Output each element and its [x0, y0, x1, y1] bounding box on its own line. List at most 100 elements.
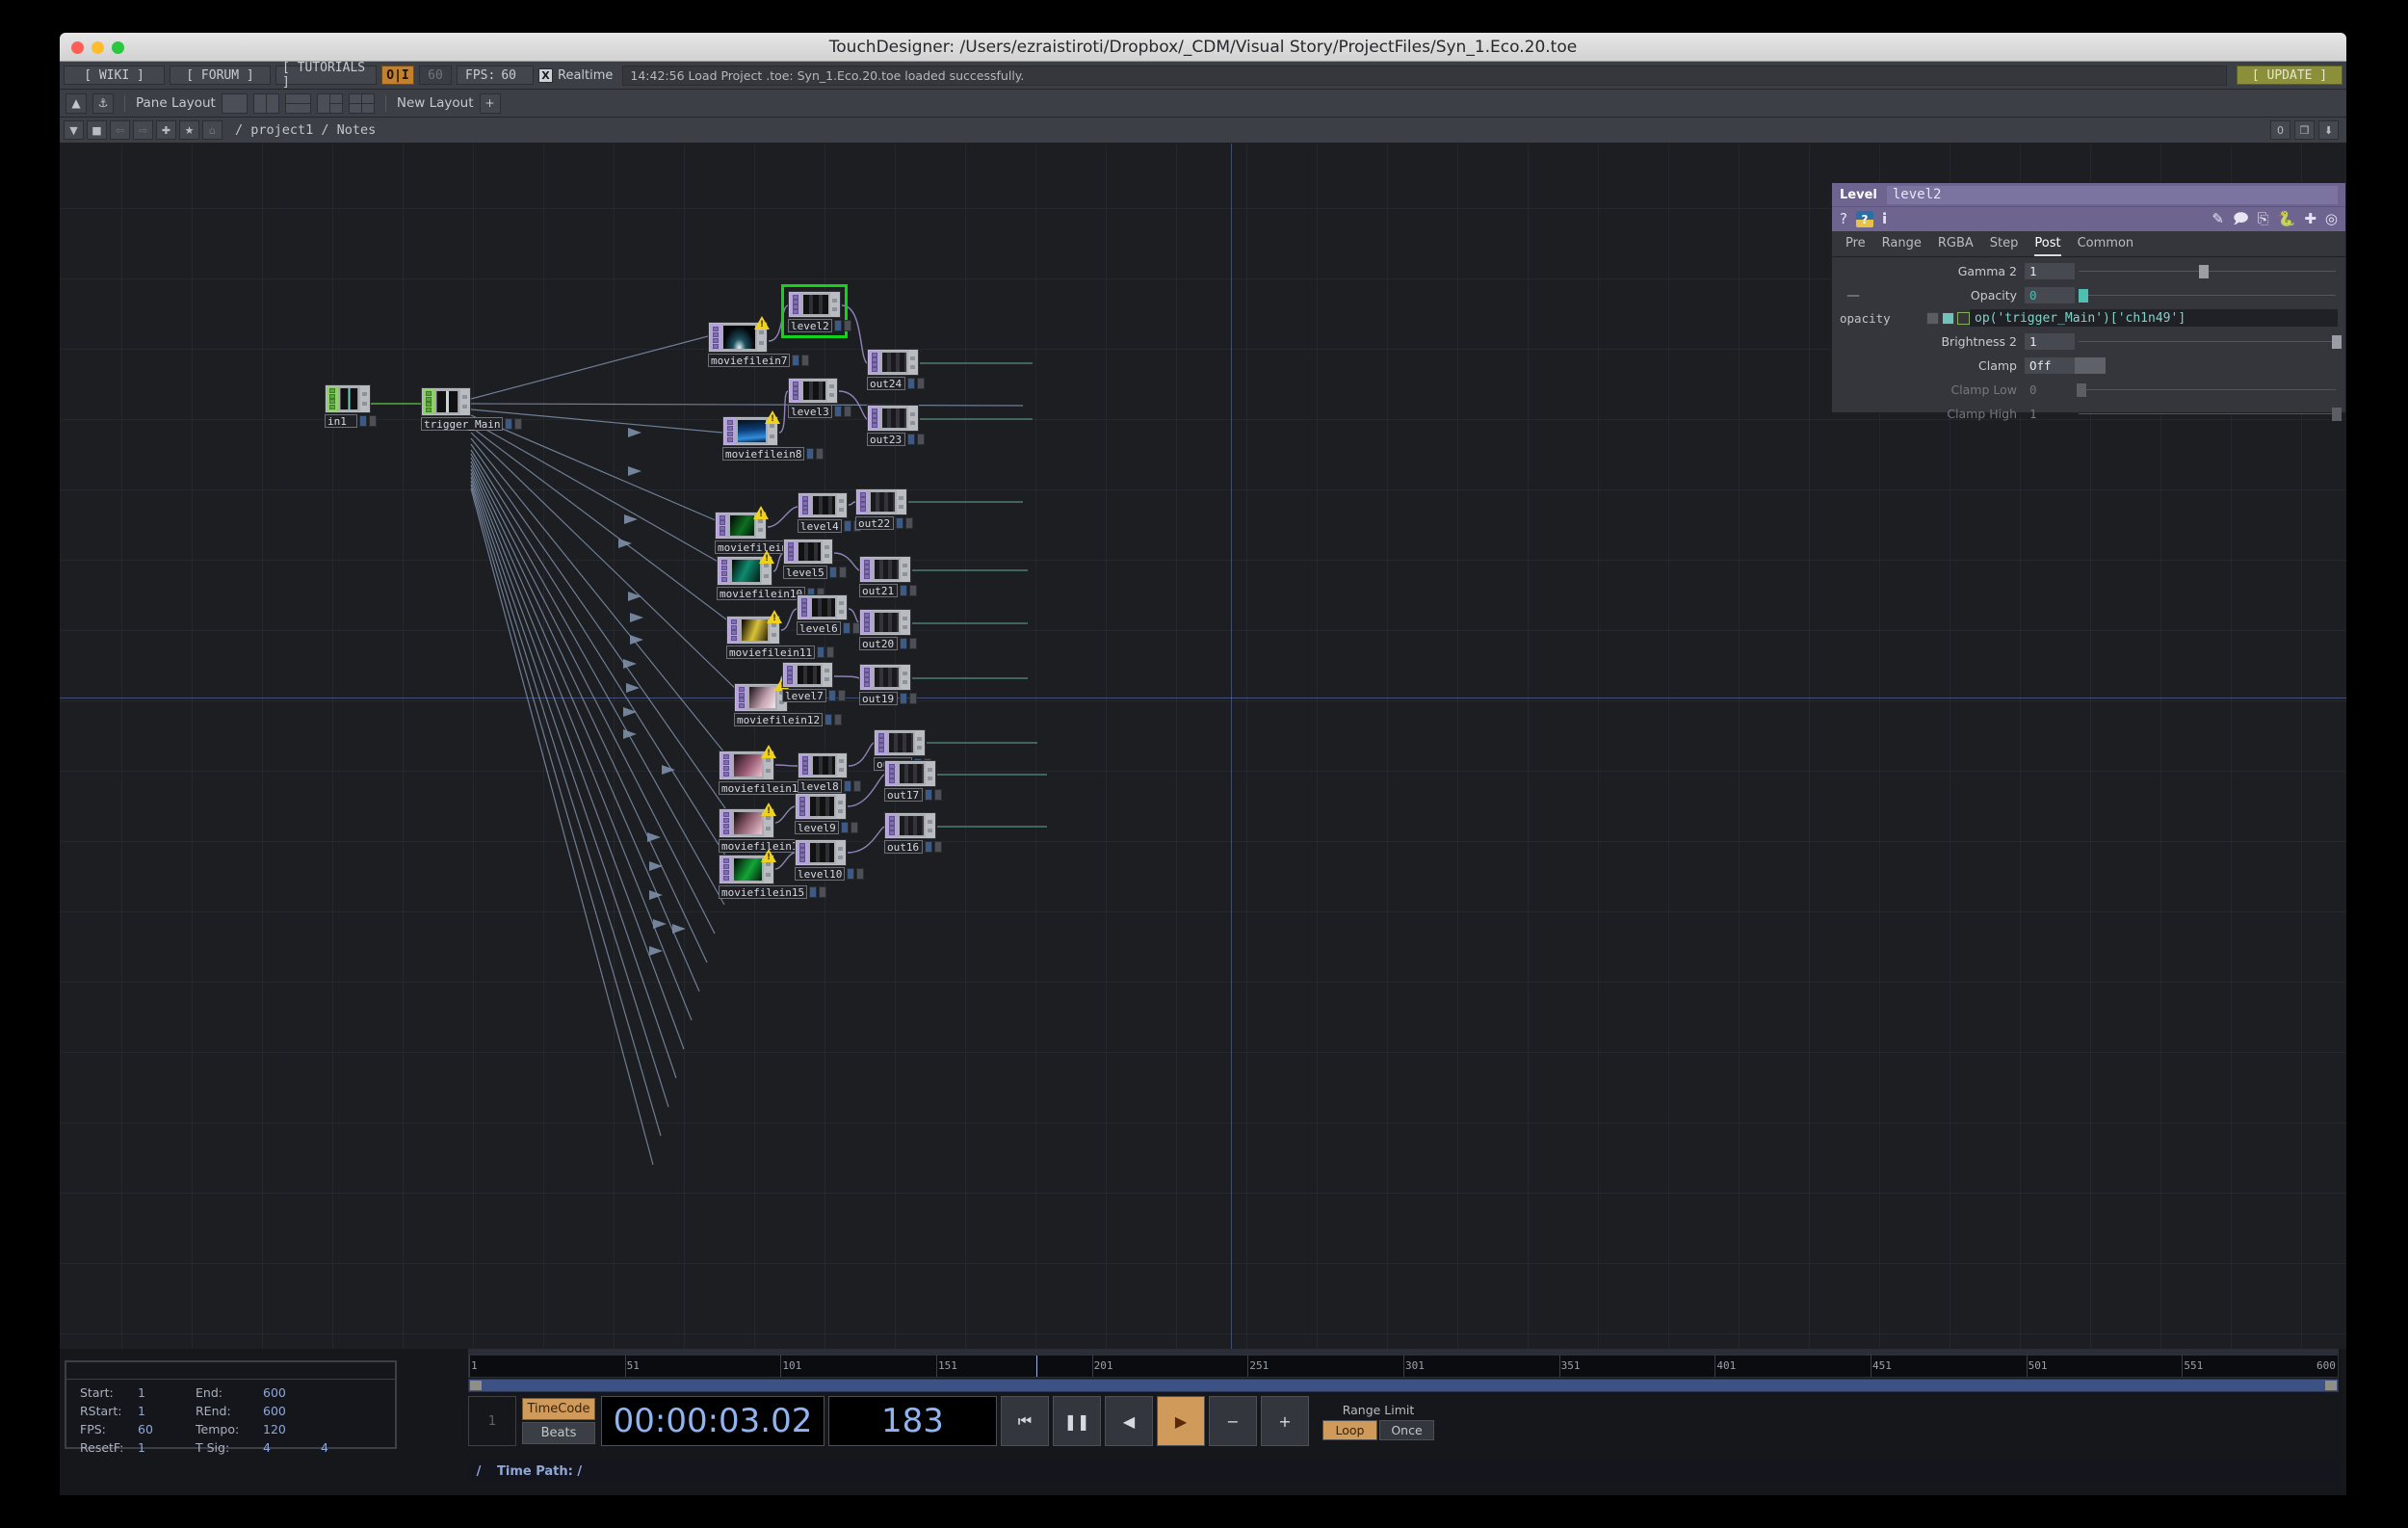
- node-flag-chips[interactable]: [833, 320, 851, 331]
- tsig-denominator[interactable]: 4: [321, 1440, 359, 1455]
- node-body[interactable]: [859, 664, 911, 691]
- node-flag-chips[interactable]: [925, 789, 942, 801]
- node-flag-chips[interactable]: [828, 566, 847, 578]
- node-viewer-flag-chip[interactable]: [792, 355, 800, 366]
- node-input-flags[interactable]: [886, 814, 898, 837]
- node-name-label[interactable]: out24: [867, 377, 905, 390]
- node-input-flags[interactable]: [869, 407, 880, 430]
- node-clone-flag-chip[interactable]: [934, 841, 942, 853]
- node-clone-flag-chip[interactable]: [843, 320, 851, 331]
- node-body[interactable]: [798, 752, 848, 778]
- node-body[interactable]: [715, 506, 769, 540]
- realtime-checkbox[interactable]: X: [538, 67, 553, 83]
- node-input-flags[interactable]: [327, 386, 338, 411]
- node-input-flags[interactable]: [799, 754, 811, 777]
- node-body[interactable]: [867, 349, 919, 376]
- network-node-trigger_Main[interactable]: trigger_Main: [421, 387, 523, 431]
- node-name-label[interactable]: trigger_Main: [421, 417, 504, 431]
- node-name-label[interactable]: out19: [859, 692, 898, 705]
- node-viewer-flag-chip[interactable]: [806, 448, 815, 460]
- slider-knob[interactable]: [2199, 265, 2210, 278]
- parameter-row-clamp-high[interactable]: Clamp High 1: [1832, 404, 2345, 424]
- node-body[interactable]: [722, 410, 780, 446]
- node-clone-flag-chip[interactable]: [917, 378, 925, 389]
- node-name-label[interactable]: moviefilein11: [726, 645, 816, 659]
- increment-button[interactable]: +: [1261, 1396, 1309, 1446]
- node-body[interactable]: [859, 609, 911, 636]
- node-clone-flag-chip[interactable]: [826, 646, 835, 658]
- node-input-flags[interactable]: [728, 618, 740, 643]
- parameter-value-field[interactable]: Off: [2025, 357, 2075, 374]
- node-input-flags[interactable]: [797, 841, 808, 864]
- stop-square-icon[interactable]: ■: [87, 120, 107, 140]
- network-node-level6[interactable]: level6: [797, 594, 860, 635]
- node-output-flags[interactable]: [901, 611, 909, 634]
- forward-arrow-icon[interactable]: ⇨: [133, 120, 153, 140]
- step-back-button[interactable]: ◀: [1105, 1396, 1153, 1446]
- op-help-icon[interactable]: ?: [1855, 211, 1873, 227]
- add-parameter-icon[interactable]: ✚: [2304, 212, 2316, 226]
- parameter-value-field[interactable]: 0: [2025, 287, 2075, 303]
- node-body[interactable]: [783, 539, 833, 565]
- python-icon[interactable]: 🐍: [2278, 212, 2296, 226]
- export-mode-chip[interactable]: [1957, 311, 1970, 325]
- node-name-label[interactable]: level10: [795, 867, 846, 881]
- perform-toggle-button[interactable]: O|I: [381, 66, 414, 85]
- cook-rate-field[interactable]: 60: [419, 66, 452, 85]
- node-viewer-flag-chip[interactable]: [505, 418, 513, 430]
- node-name-label[interactable]: level3: [788, 405, 832, 418]
- parameter-tab-step[interactable]: Step: [1990, 236, 2019, 256]
- node-viewer-flag-chip[interactable]: [900, 585, 907, 596]
- node-viewer-flag-chip[interactable]: [824, 714, 833, 725]
- node-viewer-flag-chip[interactable]: [817, 646, 825, 658]
- node-output-flags[interactable]: [460, 389, 469, 414]
- node-input-flags[interactable]: [719, 558, 730, 584]
- parameter-tab-common[interactable]: Common: [2078, 236, 2134, 256]
- node-body[interactable]: [797, 594, 848, 620]
- node-viewer-flag-chip[interactable]: [925, 841, 932, 853]
- timecode-display[interactable]: 00:00:03.02: [601, 1396, 824, 1446]
- node-output-flags[interactable]: [908, 407, 917, 430]
- node-body[interactable]: [798, 492, 848, 518]
- node-name-label[interactable]: out16: [884, 840, 923, 854]
- network-node-level2[interactable]: level2: [788, 291, 851, 332]
- network-node-out22[interactable]: out22: [855, 488, 913, 530]
- node-flag-chips[interactable]: [847, 868, 865, 880]
- node-body[interactable]: [719, 803, 776, 838]
- maximize-pane-icon[interactable]: ❐: [2294, 120, 2315, 140]
- node-name-label[interactable]: level9: [795, 821, 839, 834]
- parameter-slider[interactable]: [2079, 406, 2343, 422]
- node-output-flags[interactable]: [915, 731, 924, 754]
- node-clone-flag-chip[interactable]: [909, 638, 917, 649]
- node-input-flags[interactable]: [798, 596, 810, 619]
- slider-knob[interactable]: [2079, 289, 2089, 303]
- parameter-value-field[interactable]: 1: [2025, 333, 2075, 350]
- update-button[interactable]: [ UPDATE ]: [2237, 66, 2343, 85]
- node-body[interactable]: [795, 793, 847, 820]
- node-input-flags[interactable]: [423, 389, 434, 414]
- back-arrow-icon[interactable]: ⇦: [110, 120, 130, 140]
- node-input-flags[interactable]: [876, 731, 887, 754]
- parameter-value-field[interactable]: 1: [2025, 406, 2075, 422]
- node-clone-flag-chip[interactable]: [905, 517, 913, 529]
- node-viewer-flag-chip[interactable]: [828, 566, 837, 578]
- node-output-flags[interactable]: [926, 814, 934, 837]
- node-clone-flag-chip[interactable]: [834, 714, 843, 725]
- scrollbar-right-handle[interactable]: [2325, 1381, 2337, 1390]
- slider-knob[interactable]: [2332, 408, 2343, 421]
- node-input-flags[interactable]: [869, 351, 880, 374]
- layout-hsplit-icon[interactable]: [284, 92, 311, 114]
- tempo-value[interactable]: 120: [263, 1422, 321, 1436]
- node-clone-flag-chip[interactable]: [909, 585, 917, 596]
- node-viewer-flag-chip[interactable]: [840, 822, 849, 833]
- parameter-slider[interactable]: [2079, 263, 2340, 279]
- parameter-row-clamp-low[interactable]: Clamp Low 0: [1832, 380, 2345, 400]
- network-node-in1[interactable]: in1: [325, 384, 377, 428]
- node-name-label[interactable]: level7: [782, 689, 826, 702]
- node-viewer-flag-chip[interactable]: [907, 434, 915, 445]
- node-output-flags[interactable]: [837, 494, 846, 516]
- loop-button[interactable]: Loop: [1322, 1419, 1377, 1440]
- edit-pencil-icon[interactable]: ✎: [2212, 212, 2224, 226]
- node-input-flags[interactable]: [861, 558, 873, 581]
- copy-pages-icon[interactable]: ⎘: [2258, 212, 2269, 226]
